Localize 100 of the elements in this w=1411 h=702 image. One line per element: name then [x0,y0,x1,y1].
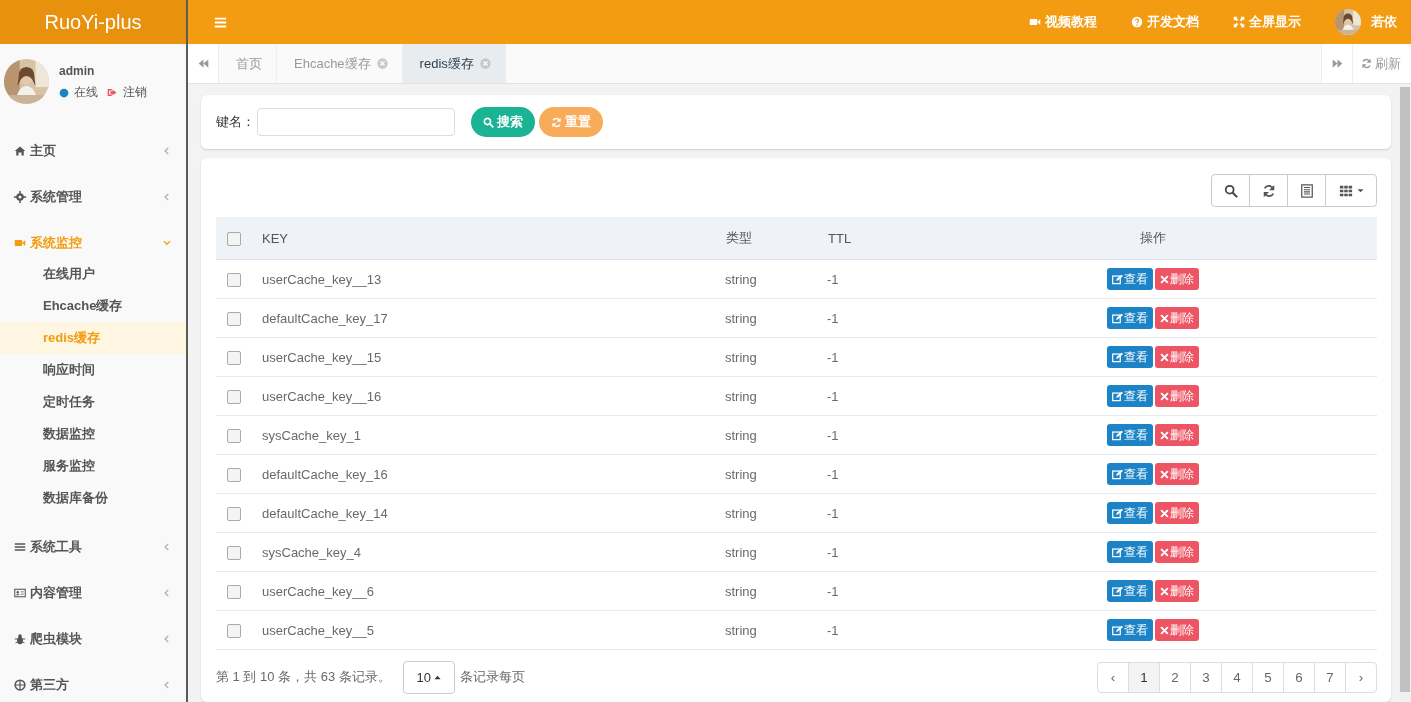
chevron-icon [162,238,172,248]
close-icon [1160,274,1169,284]
caret-icon [1356,187,1364,194]
view-button[interactable]: 查看 [1107,424,1153,446]
delete-button[interactable]: 删除 [1155,307,1199,329]
edit-icon [1112,585,1123,597]
page-tab[interactable]: Ehcache缓存 [277,44,403,83]
table-cell: sysCache_key_4 [252,532,725,572]
page-tab[interactable]: redis缓存 [402,44,506,83]
page-size-dropdown[interactable]: 10 [402,660,455,694]
view-button[interactable]: 查看 [1107,268,1153,290]
refresh-icon [1361,58,1372,69]
view-button[interactable]: 查看 [1107,580,1153,602]
table-cell: defaultCache_key_14 [252,493,725,533]
app-logo: RuoYi-plus [0,0,186,44]
table-cell: string [725,454,827,494]
view-button[interactable]: 查看 [1107,307,1153,329]
delete-button[interactable]: 删除 [1155,619,1199,641]
previous-page-button[interactable]: ‹ [1097,661,1129,693]
refresh-button[interactable]: 刷新 [1352,44,1411,83]
view-button[interactable]: 查看 [1107,502,1153,524]
edit-icon [1112,312,1123,324]
row-checkbox[interactable] [227,623,241,638]
refresh-button[interactable] [1249,174,1288,207]
sidebar-subitem[interactable]: 数据监控 [0,418,186,450]
table-cell: -1 [827,259,929,299]
caret-icon [434,673,442,681]
chevron-icon [162,192,172,202]
delete-button[interactable]: 删除 [1155,541,1199,563]
user-name[interactable]: 若依 [1371,13,1397,31]
close-icon [1160,430,1169,440]
row-checkbox[interactable] [227,467,241,482]
sidebar-item[interactable]: 第三方 [0,662,186,702]
row-checkbox[interactable] [227,506,241,521]
sidebar-subitem[interactable]: 响应时间 [0,354,186,386]
grid-icon [1338,183,1353,198]
search-button[interactable] [1211,174,1250,207]
sidebar-subitem[interactable]: Ehcache缓存 [0,290,186,322]
row-checkbox[interactable] [227,428,241,443]
row-checkbox[interactable] [227,311,241,326]
row-checkbox[interactable] [227,389,241,404]
view-button[interactable]: 查看 [1107,463,1153,485]
view-button[interactable]: 查看 [1107,619,1153,641]
scroll-left-button[interactable] [188,44,219,83]
delete-button[interactable]: 删除 [1155,463,1199,485]
close-icon [1160,625,1169,635]
page-button[interactable]: 6 [1283,661,1315,693]
close-icon [1160,586,1169,596]
page-button[interactable]: 3 [1190,661,1222,693]
row-checkbox[interactable] [227,350,241,365]
sidebar-item[interactable]: 主页 [0,128,186,174]
view-button[interactable]: 查看 [1107,346,1153,368]
sidebar-subitem[interactable]: 数据库备份 [0,482,186,514]
sidebar-item[interactable]: 爬虫模块 [0,616,186,662]
header-link[interactable]: 视频教程 [1029,13,1097,31]
row-checkbox[interactable] [227,272,241,287]
row-checkbox[interactable] [227,584,241,599]
toggle-view-button[interactable] [1287,174,1326,207]
table-cell: userCache_key__13 [252,259,725,299]
field-label: 键名： [216,113,255,131]
sidebar-item[interactable]: 系统管理 [0,174,186,220]
key-input-field[interactable] [257,108,455,136]
page-tab[interactable]: 首页 [219,44,277,83]
table-cell: string [725,376,827,416]
delete-button[interactable]: 删除 [1155,385,1199,407]
page-button[interactable]: 7 [1314,661,1346,693]
delete-button[interactable]: 删除 [1155,580,1199,602]
table-cell: -1 [827,415,929,455]
page-button[interactable]: 4 [1221,661,1253,693]
table-cell: -1 [827,337,929,377]
menu-icon[interactable] [214,15,227,29]
sidebar-subitem[interactable]: redis缓存 [0,322,186,354]
sidebar-subitem[interactable]: 定时任务 [0,386,186,418]
search-button[interactable]: 搜索 [471,107,535,137]
sidebar-subitem[interactable]: 服务监控 [0,450,186,482]
close-icon[interactable] [479,58,491,69]
close-icon[interactable] [376,58,388,69]
delete-button[interactable]: 删除 [1155,424,1199,446]
delete-button[interactable]: 删除 [1155,346,1199,368]
header-link[interactable]: 开发文档 [1131,13,1199,31]
page-button[interactable]: 1 [1128,661,1160,693]
sidebar-item[interactable]: 内容管理 [0,570,186,616]
sidebar-item[interactable]: 系统工具 [0,524,186,570]
delete-button[interactable]: 删除 [1155,502,1199,524]
column-header: KEY [252,217,725,260]
logout-link[interactable]: 注销 [107,84,147,101]
delete-button[interactable]: 删除 [1155,268,1199,290]
view-button[interactable]: 查看 [1107,541,1153,563]
page-button[interactable]: 5 [1252,661,1284,693]
select-all-checkbox[interactable] [227,231,241,246]
columns-button[interactable] [1325,174,1377,207]
edit-icon [1112,624,1123,636]
status-dot-icon [59,87,69,98]
page-button[interactable]: 2 [1159,661,1191,693]
next-page-button[interactable]: › [1345,661,1377,693]
view-button[interactable]: 查看 [1107,385,1153,407]
row-checkbox[interactable] [227,545,241,560]
header-link[interactable]: 全屏显示 [1233,13,1301,31]
table-cell: string [725,571,827,611]
scroll-right-button[interactable] [1321,44,1352,83]
